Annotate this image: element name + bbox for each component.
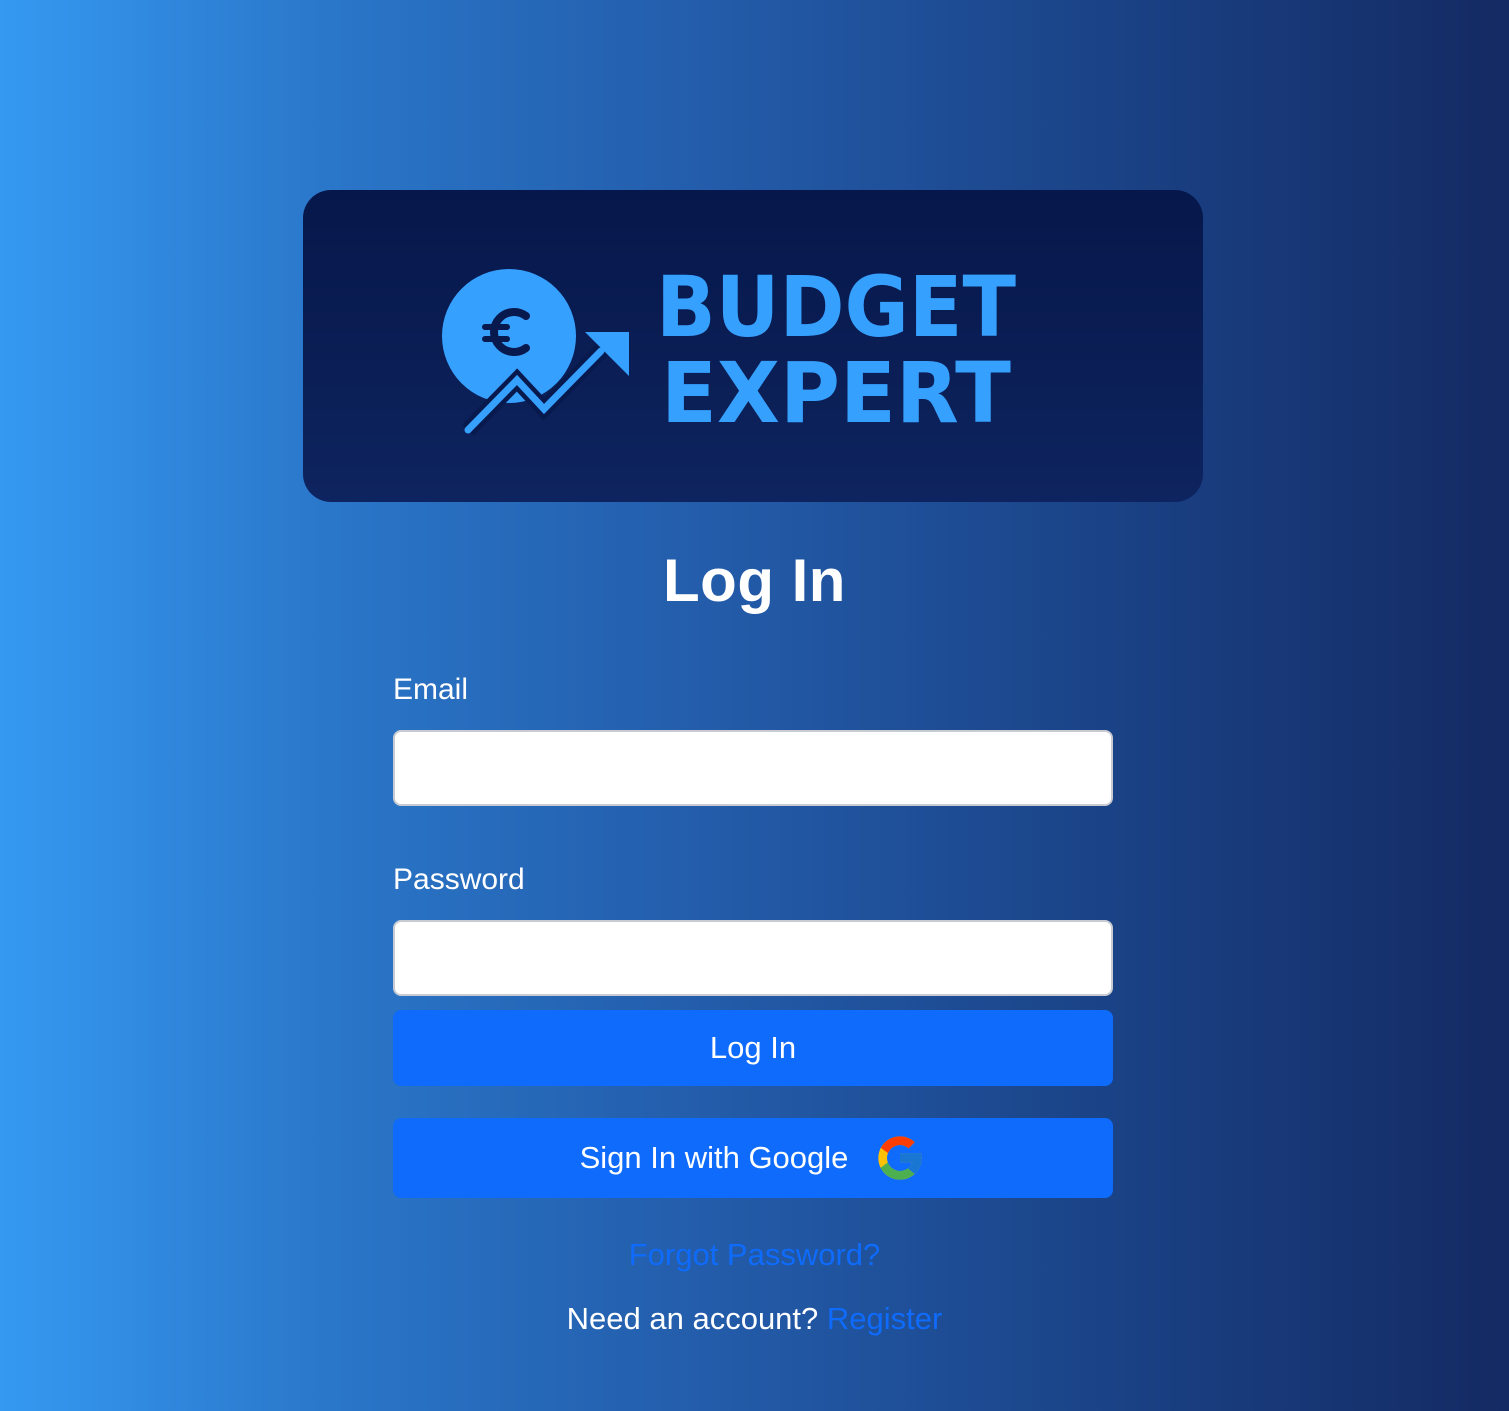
google-sign-in-button[interactable]: Sign In with Google xyxy=(393,1118,1113,1198)
login-button[interactable]: Log In xyxy=(393,1010,1113,1086)
forgot-password-link[interactable]: Forgot Password? xyxy=(0,1235,1509,1275)
logo-text-line1: BUDGET xyxy=(656,258,1016,356)
page-title: Log In xyxy=(663,547,846,614)
register-prompt: Need an account? Register xyxy=(0,1299,1509,1339)
password-label: Password xyxy=(393,863,525,896)
euro-coin-trend-arrow-icon xyxy=(442,269,629,436)
logo-text-line2: EXPERT xyxy=(661,344,1011,442)
need-account-text: Need an account? xyxy=(566,1301,819,1336)
email-label: Email xyxy=(393,673,469,706)
google-g-icon xyxy=(874,1132,926,1184)
google-sign-in-label: Sign In with Google xyxy=(579,1140,849,1175)
email-field[interactable] xyxy=(393,730,1113,806)
logo-card: BUDGET EXPERT xyxy=(303,190,1203,502)
login-form: Email Password xyxy=(393,668,1113,996)
register-link[interactable]: Register xyxy=(827,1301,942,1336)
logo: BUDGET EXPERT xyxy=(442,258,1016,442)
password-field[interactable] xyxy=(393,920,1113,996)
